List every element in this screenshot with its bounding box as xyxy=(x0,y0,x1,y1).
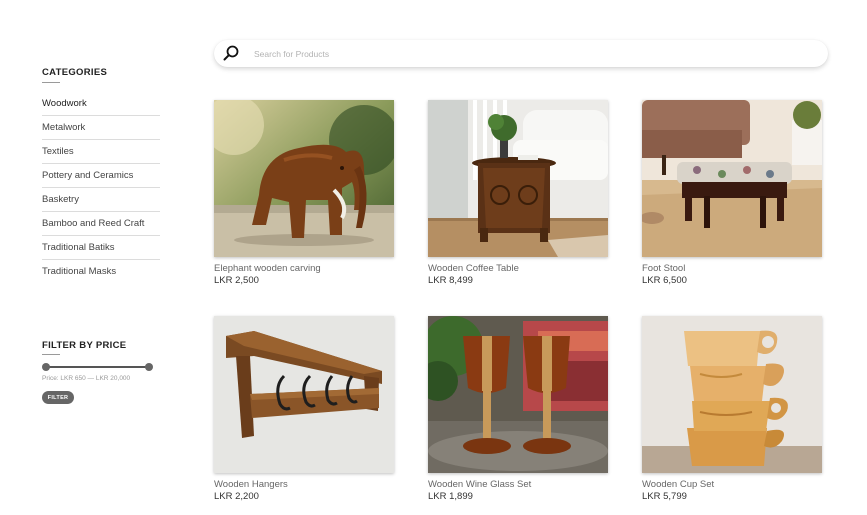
product-image-wooden-hangers[interactable] xyxy=(214,316,394,473)
product-price: LKR 5,799 xyxy=(642,491,687,502)
price-range-label: Price: LKR 650 — LKR 20,000 xyxy=(42,375,131,382)
search-bar[interactable] xyxy=(214,40,828,67)
price-range-slider[interactable] xyxy=(42,362,154,372)
product-image-foot-stool[interactable] xyxy=(642,100,822,257)
product-image-elephant[interactable] xyxy=(214,100,394,257)
category-item-pottery-ceramics[interactable]: Pottery and Ceramics xyxy=(42,164,160,188)
product-name[interactable]: Wooden Cup Set xyxy=(642,479,822,490)
category-item-masks[interactable]: Traditional Masks xyxy=(42,260,160,284)
product-card[interactable]: Wooden Hangers LKR 2,200 xyxy=(214,316,394,502)
price-slider-track[interactable] xyxy=(45,366,149,368)
product-image-wine-glasses[interactable] xyxy=(428,316,608,473)
search-icon[interactable] xyxy=(222,44,240,62)
category-item-bamboo-reed[interactable]: Bamboo and Reed Craft xyxy=(42,212,160,236)
price-slider-max-handle[interactable] xyxy=(145,363,153,371)
filter-by-price-heading: FILTER BY PRICE xyxy=(42,340,127,351)
category-item-batiks[interactable]: Traditional Batiks xyxy=(42,236,160,260)
product-price: LKR 6,500 xyxy=(642,275,687,286)
category-list: Woodwork Metalwork Textiles Pottery and … xyxy=(42,92,160,284)
product-card[interactable]: Wooden Wine Glass Set LKR 1,899 xyxy=(428,316,608,502)
product-name[interactable]: Wooden Coffee Table xyxy=(428,263,608,274)
product-name[interactable]: Wooden Wine Glass Set xyxy=(428,479,608,490)
filter-button[interactable]: FILTER xyxy=(42,391,74,404)
product-name[interactable]: Foot Stool xyxy=(642,263,822,274)
category-item-basketry[interactable]: Basketry xyxy=(42,188,160,212)
product-price: LKR 8,499 xyxy=(428,275,473,286)
product-card[interactable]: Elephant wooden carving LKR 2,500 xyxy=(214,100,394,286)
product-image-coffee-table[interactable] xyxy=(428,100,608,257)
category-item-woodwork[interactable]: Woodwork xyxy=(42,92,160,116)
product-card[interactable]: Foot Stool LKR 6,500 xyxy=(642,100,822,286)
product-name[interactable]: Wooden Hangers xyxy=(214,479,394,490)
product-price: LKR 2,500 xyxy=(214,275,259,286)
price-slider-min-handle[interactable] xyxy=(42,363,50,371)
filter-heading-rule xyxy=(42,354,60,355)
search-input[interactable] xyxy=(254,45,814,62)
category-item-metalwork[interactable]: Metalwork xyxy=(42,116,160,140)
product-card[interactable]: Wooden Cup Set LKR 5,799 xyxy=(642,316,822,502)
product-card[interactable]: Wooden Coffee Table LKR 8,499 xyxy=(428,100,608,286)
category-item-textiles[interactable]: Textiles xyxy=(42,140,160,164)
product-name[interactable]: Elephant wooden carving xyxy=(214,263,394,274)
product-price: LKR 1,899 xyxy=(428,491,473,502)
categories-heading: CATEGORIES xyxy=(42,67,108,78)
categories-heading-rule xyxy=(42,82,60,83)
product-price: LKR 2,200 xyxy=(214,491,259,502)
product-image-wooden-cups[interactable] xyxy=(642,316,822,473)
